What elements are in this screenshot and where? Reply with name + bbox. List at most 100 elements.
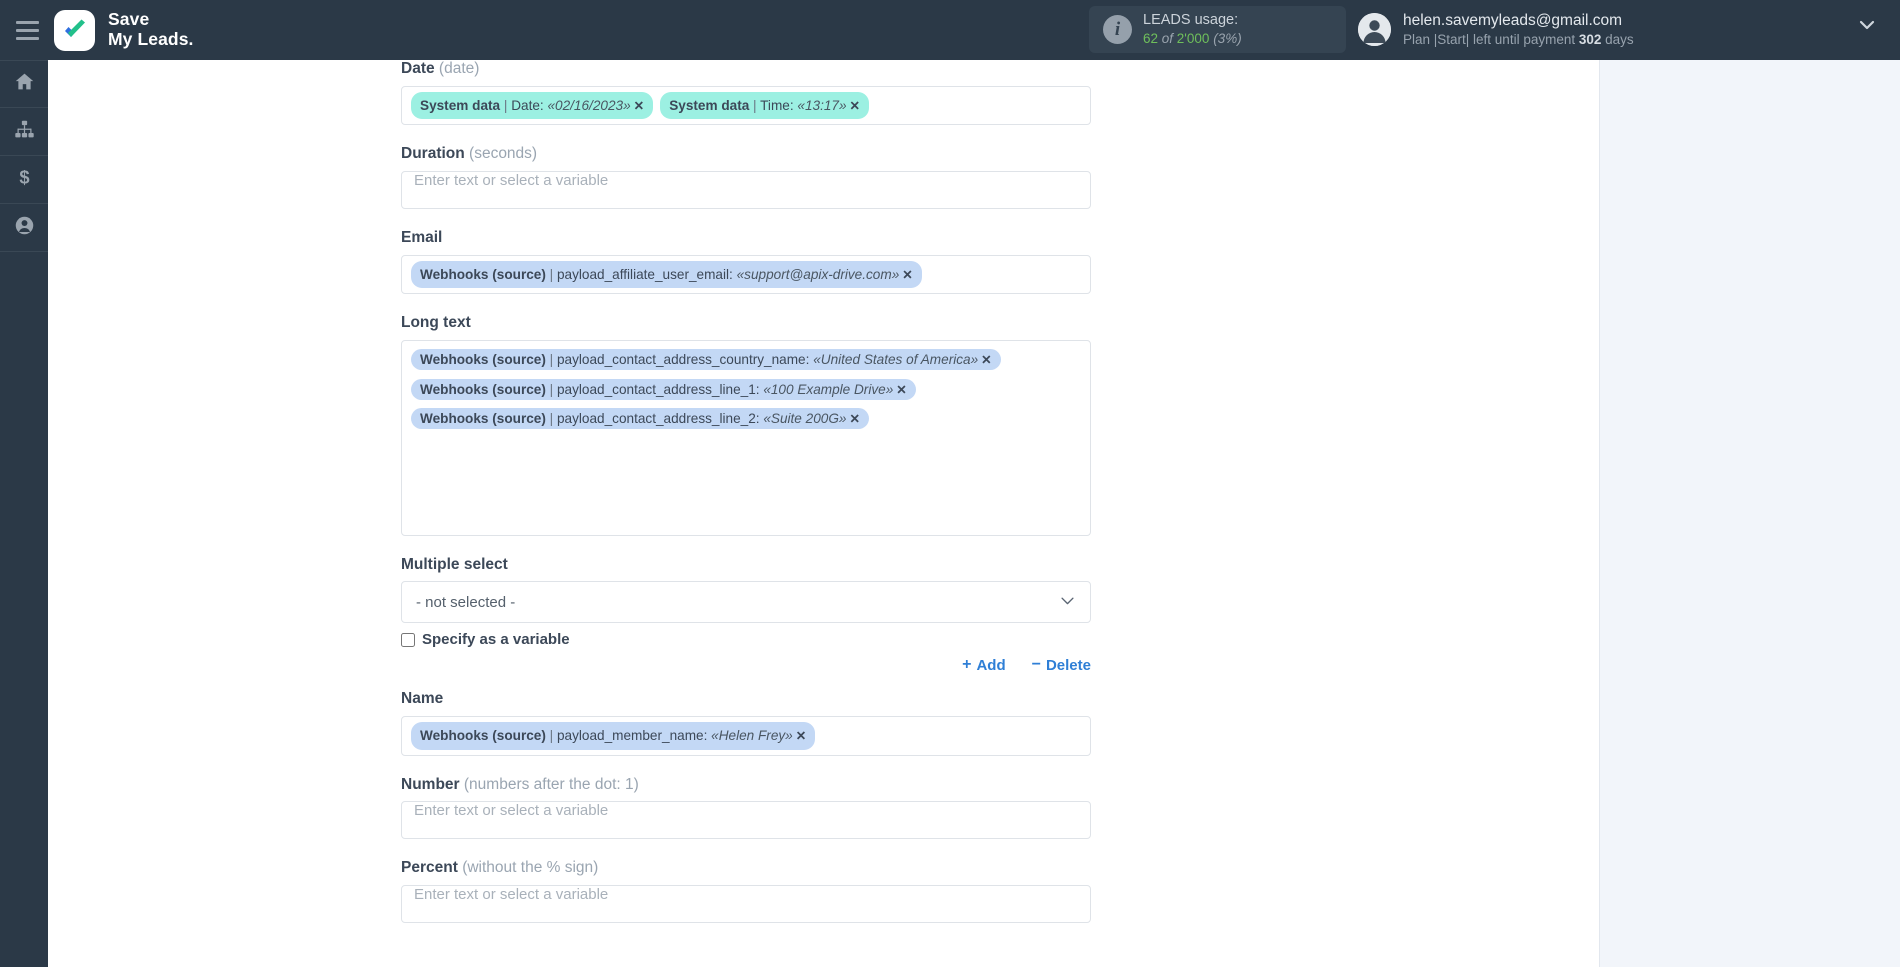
- avatar: [1358, 13, 1391, 46]
- chip-value: «support@apix-drive.com»: [736, 266, 900, 282]
- label-text: Percent: [401, 859, 458, 877]
- specify-as-variable-label[interactable]: Specify as a variable: [422, 631, 570, 648]
- chip-remove-icon[interactable]: ✕: [896, 383, 907, 397]
- field-name: Name Webhooks (source) | payload_member_n…: [401, 690, 1091, 756]
- field-spacer: [401, 923, 1091, 943]
- placeholder-text: Enter text or select a variable: [414, 802, 609, 820]
- chip-separator: |: [500, 97, 512, 113]
- input-duration[interactable]: Enter text or select a variable: [401, 170, 1091, 209]
- chip-separator: |: [545, 266, 557, 282]
- label-text: Number: [401, 775, 460, 793]
- usage-count: 62: [1143, 31, 1159, 47]
- chevron-down-icon: [1059, 592, 1076, 613]
- chip-value: «100 Example Drive»: [763, 381, 894, 397]
- chevron-down-icon[interactable]: [1856, 14, 1878, 36]
- placeholder-text: Enter text or select a variable: [414, 171, 609, 189]
- chip-source: Webhooks (source): [420, 351, 546, 367]
- account-plan: Plan |Start| left until payment 302 days: [1403, 31, 1634, 50]
- brand-title: Save My Leads.: [108, 9, 194, 50]
- sidebar-item-billing[interactable]: $: [0, 156, 48, 204]
- mapping-form: Date (date) System data | Date: «02/16/20…: [401, 60, 1091, 943]
- field-percent: Percent (without the % sign) Enter text o…: [401, 859, 1091, 923]
- field-spacer: [401, 125, 1091, 145]
- chip-separator: |: [545, 411, 557, 427]
- field-label-multiple-select: Multiple select: [401, 556, 1091, 575]
- chip-separator: |: [545, 381, 557, 397]
- field-label-number: Number (numbers after the dot: 1): [401, 776, 1091, 795]
- variable-chip[interactable]: Webhooks (source) | payload_member_name:…: [411, 722, 816, 750]
- brand-line-2: My Leads.: [108, 29, 194, 49]
- select-multiple-select[interactable]: - not selected -: [401, 581, 1091, 624]
- sidebar-item-connections[interactable]: [0, 108, 48, 156]
- label-hint: (without the % sign): [462, 859, 599, 877]
- label-text: Duration: [401, 145, 465, 163]
- leads-usage-box[interactable]: i LEADS usage: 62 of 2'000 (3%): [1089, 6, 1346, 53]
- usage-total: 2'000: [1176, 31, 1210, 47]
- chip-separator: |: [545, 351, 557, 367]
- chip-remove-icon[interactable]: ✕: [634, 99, 645, 113]
- chip-remove-icon[interactable]: ✕: [796, 729, 807, 743]
- hamburger-icon[interactable]: [0, 0, 54, 60]
- chip-remove-icon[interactable]: ✕: [850, 99, 861, 113]
- input-long-text[interactable]: Webhooks (source) | payload_contact_addr…: [401, 339, 1091, 536]
- field-label-percent: Percent (without the % sign): [401, 859, 1091, 878]
- label-text: Email: [401, 228, 443, 246]
- field-spacer: [401, 756, 1091, 776]
- plan-days: 302: [1578, 31, 1602, 47]
- sidebar-item-home[interactable]: [0, 60, 48, 108]
- input-name[interactable]: Webhooks (source) | payload_member_name:…: [401, 716, 1091, 756]
- dollar-icon: $: [14, 166, 35, 193]
- field-label-name: Name: [401, 690, 1091, 709]
- chip-source: System data: [420, 97, 501, 113]
- plan-suffix: days: [1601, 31, 1634, 47]
- input-percent[interactable]: Enter text or select a variable: [401, 885, 1091, 923]
- brand-line-1: Save: [108, 9, 150, 30]
- brand-logo-area[interactable]: Save My Leads.: [54, 9, 194, 51]
- chip-key: Time:: [760, 97, 794, 113]
- chip-key: payload_contact_address_country_name:: [556, 351, 810, 367]
- delete-button[interactable]: − Delete: [1032, 656, 1091, 674]
- field-label-duration: Duration (seconds): [401, 145, 1091, 164]
- label-text: Multiple select: [401, 555, 508, 573]
- usage-percent: (3%): [1213, 31, 1242, 47]
- chip-value: «Suite 200G»: [763, 411, 847, 427]
- label-text: Name: [401, 690, 444, 708]
- field-email: Email Webhooks (source) | payload_affilia…: [401, 229, 1091, 295]
- input-email[interactable]: Webhooks (source) | payload_affiliate_us…: [401, 254, 1091, 295]
- info-icon: i: [1103, 15, 1132, 44]
- sidebar-item-profile[interactable]: [0, 204, 48, 252]
- variable-chip[interactable]: Webhooks (source) | payload_contact_addr…: [411, 408, 870, 430]
- chip-remove-icon[interactable]: ✕: [981, 353, 992, 367]
- label-hint: (seconds): [469, 145, 538, 163]
- input-date[interactable]: System data | Date: «02/16/2023» ✕ System …: [401, 85, 1091, 126]
- placeholder-text: Enter text or select a variable: [414, 886, 609, 903]
- field-spacer: [401, 209, 1091, 229]
- chip-value: «United States of America»: [813, 351, 979, 367]
- variable-chip[interactable]: System data | Time: «13:17» ✕: [660, 91, 870, 120]
- field-label-date: Date (date): [401, 60, 1091, 79]
- specify-as-variable-checkbox[interactable]: [401, 632, 415, 647]
- specify-as-variable-row[interactable]: Specify as a variable: [401, 631, 1091, 648]
- variable-chip[interactable]: Webhooks (source) | payload_contact_addr…: [411, 348, 1001, 370]
- input-number[interactable]: Enter text or select a variable: [401, 801, 1091, 840]
- select-value: - not selected -: [416, 593, 516, 611]
- chip-source: Webhooks (source): [420, 381, 546, 397]
- variable-chip[interactable]: Webhooks (source) | payload_contact_addr…: [411, 378, 916, 400]
- chip-remove-icon[interactable]: ✕: [902, 268, 913, 282]
- field-duration: Duration (seconds) Enter text or select a…: [401, 145, 1091, 209]
- plan-prefix: Plan |Start| left until payment: [1403, 31, 1579, 47]
- account-menu[interactable]: helen.savemyleads@gmail.com Plan |Start|…: [1358, 6, 1634, 53]
- chip-key: Date:: [511, 97, 544, 113]
- home-icon: [14, 71, 35, 97]
- field-label-email: Email: [401, 229, 1091, 248]
- usage-value: 62 of 2'000 (3%): [1143, 30, 1242, 48]
- label-text: Date: [401, 60, 435, 77]
- variable-chip[interactable]: Webhooks (source) | payload_affiliate_us…: [411, 260, 922, 289]
- field-spacer: [401, 536, 1091, 556]
- chip-source: Webhooks (source): [420, 411, 546, 427]
- chip-key: payload_contact_address_line_1:: [556, 381, 760, 397]
- add-button[interactable]: + Add: [962, 656, 1006, 674]
- chip-remove-icon[interactable]: ✕: [849, 412, 860, 426]
- checkmark-logo-icon: [54, 9, 95, 51]
- variable-chip[interactable]: System data | Date: «02/16/2023» ✕: [411, 91, 654, 120]
